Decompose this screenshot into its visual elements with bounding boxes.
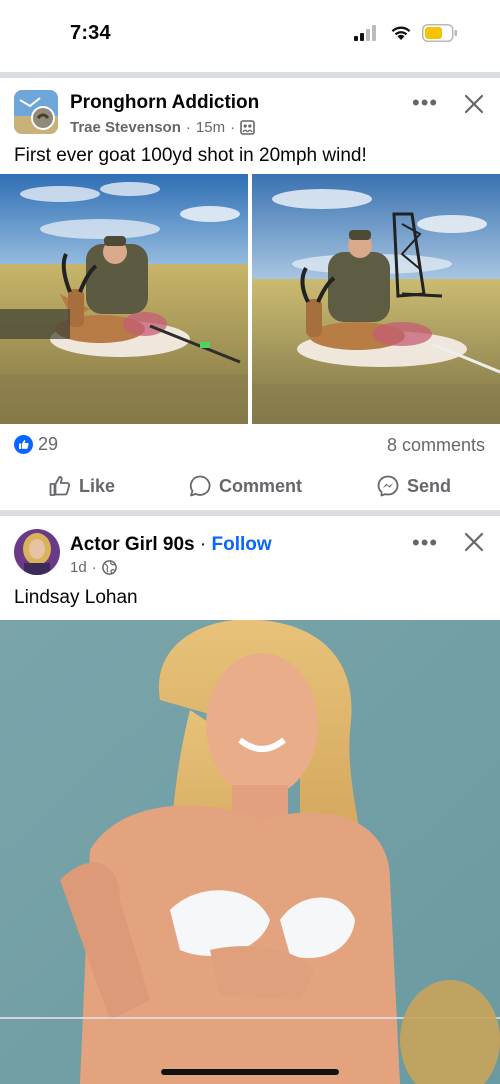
close-icon[interactable]	[464, 532, 484, 552]
post2-title-row: Actor Girl 90s · Follow	[70, 534, 272, 556]
post1-action-bar: Like Comment Send	[0, 474, 500, 504]
meta-dot: ·	[230, 119, 236, 136]
home-indicator[interactable]	[161, 1069, 339, 1075]
status-time: 7:34	[70, 22, 111, 44]
post2-caption: Lindsay Lohan	[14, 587, 138, 608]
close-icon[interactable]	[464, 94, 484, 114]
like-reaction-icon	[14, 435, 33, 454]
messenger-icon	[377, 475, 399, 497]
post2-time[interactable]: 1d	[70, 559, 87, 576]
meta-dot: ·	[199, 534, 212, 555]
comment-label: Comment	[219, 475, 303, 496]
like-button[interactable]: Like	[48, 474, 115, 498]
post1-comment-count[interactable]: 8 comments	[387, 435, 485, 456]
post1-reactions[interactable]: 29	[14, 434, 58, 455]
post2-photo[interactable]	[0, 620, 500, 1084]
more-options-icon[interactable]: •••	[412, 530, 438, 556]
comment-bubble-icon	[189, 475, 211, 497]
wifi-icon	[391, 26, 411, 40]
post1-photo-right[interactable]	[252, 174, 500, 424]
post2-meta: 1d ·	[70, 559, 117, 576]
meta-dot: ·	[91, 559, 97, 576]
status-bar: 7:34	[0, 0, 500, 72]
post1-meta: Trae Stevenson · 15m ·	[70, 119, 255, 136]
comment-button[interactable]: Comment	[188, 474, 302, 498]
page-avatar[interactable]	[14, 529, 60, 575]
send-button[interactable]: Send	[376, 474, 451, 498]
follow-button[interactable]: Follow	[212, 534, 272, 555]
post1-caption: First ever goat 100yd shot in 20mph wind…	[14, 145, 367, 166]
post1-author[interactable]: Trae Stevenson	[70, 119, 181, 136]
post2-header: Actor Girl 90s · Follow 1d · •••	[0, 516, 500, 596]
battery-icon	[422, 24, 457, 42]
globe-icon	[101, 560, 117, 575]
send-label: Send	[407, 475, 452, 496]
page-avatar[interactable]	[14, 90, 58, 134]
thumbs-up-icon	[49, 476, 71, 496]
group-audience-icon	[240, 120, 255, 135]
post1-time[interactable]: 15m	[196, 119, 225, 136]
status-icons	[354, 24, 458, 42]
post2-page-name[interactable]: Actor Girl 90s	[70, 534, 195, 555]
post1-photo-left[interactable]	[0, 174, 248, 424]
like-label: Like	[79, 475, 116, 496]
post1-page-name[interactable]: Pronghorn Addiction	[70, 92, 259, 114]
post1-like-count: 29	[38, 434, 59, 454]
more-options-icon[interactable]: •••	[412, 90, 438, 116]
cellular-signal-icon	[354, 25, 376, 41]
meta-dot: ·	[185, 119, 191, 136]
